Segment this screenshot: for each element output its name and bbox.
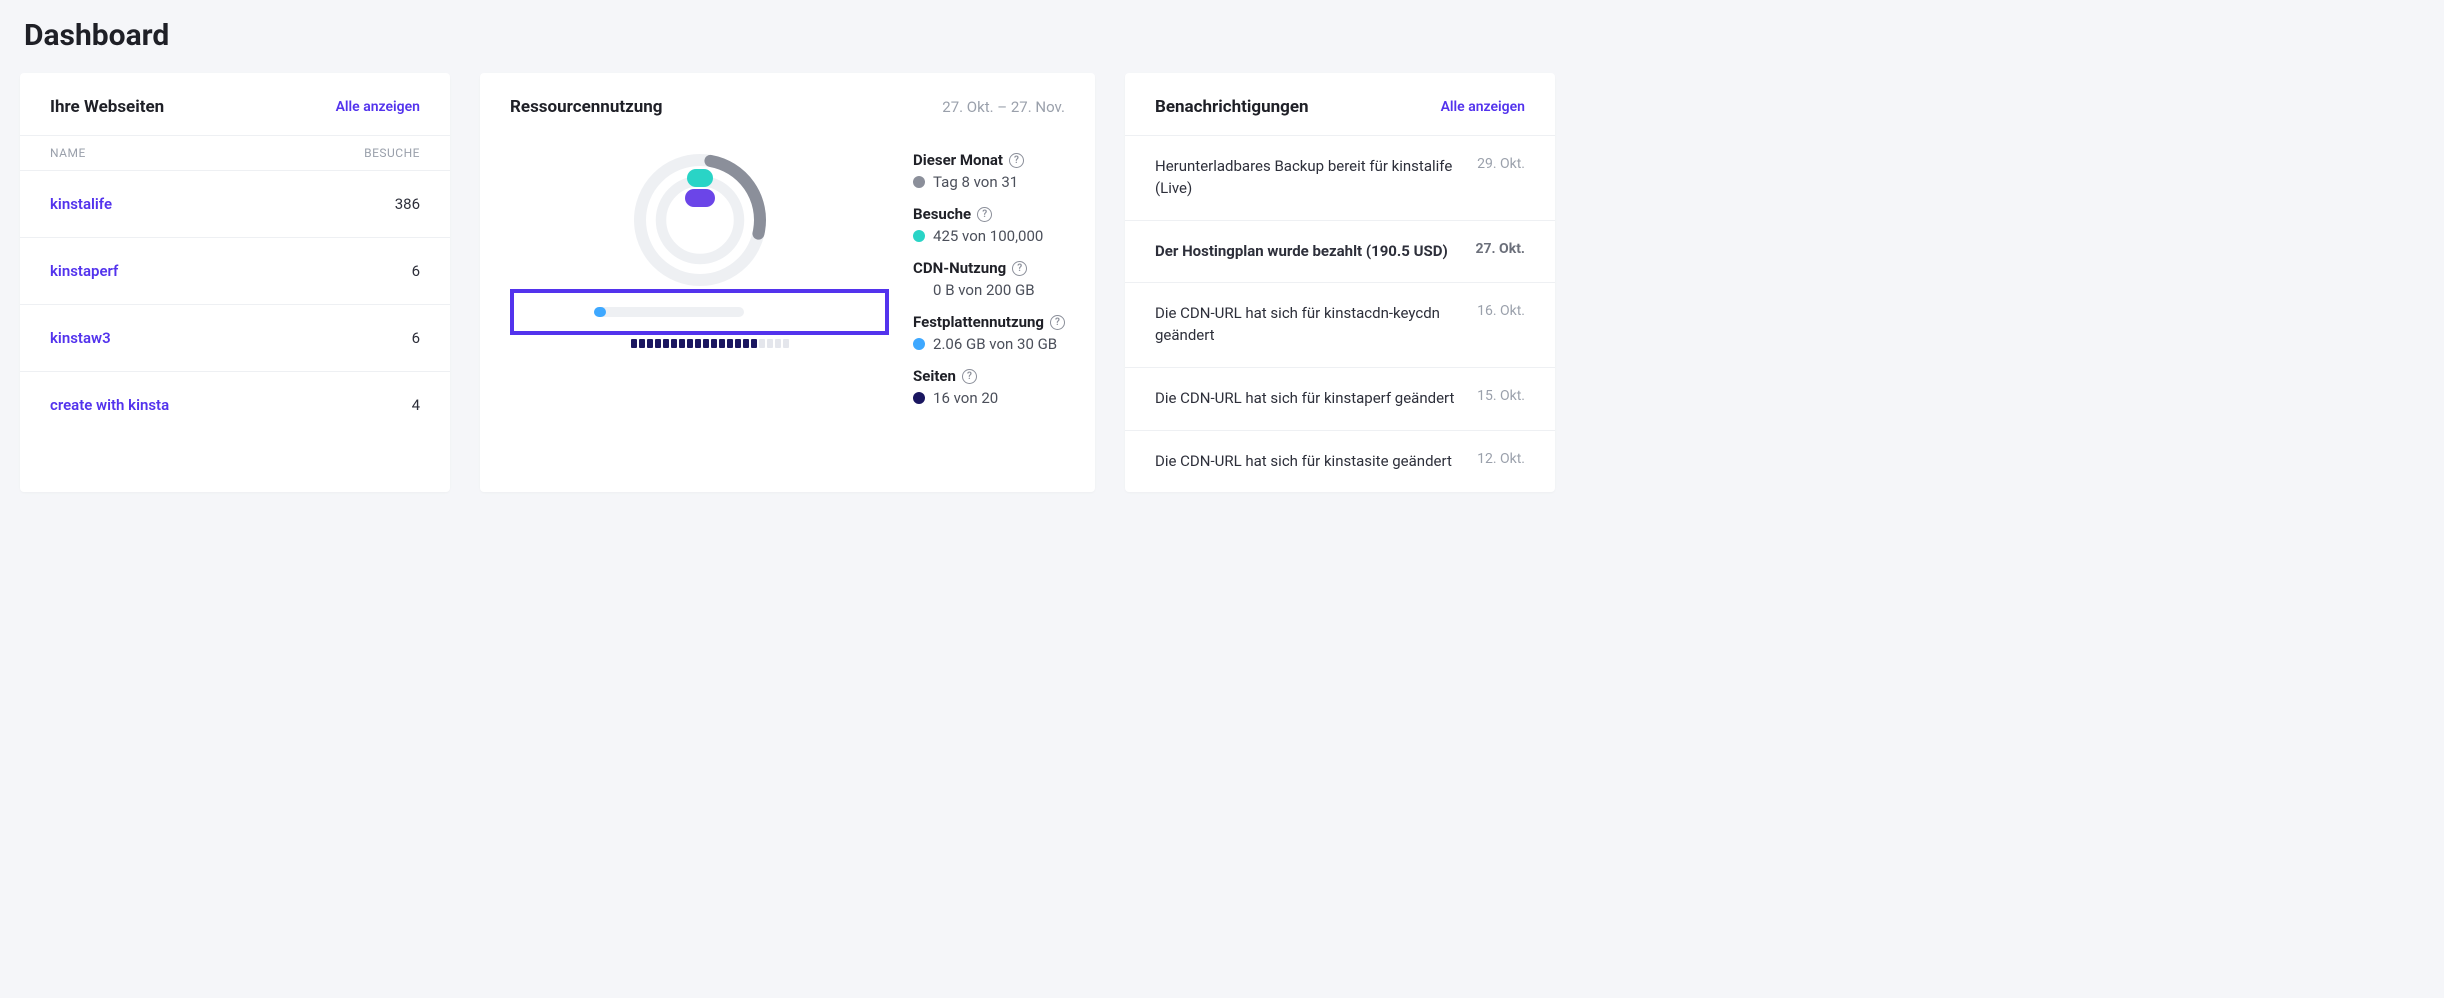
site-link[interactable]: create with kinsta bbox=[50, 396, 320, 414]
help-icon[interactable]: ? bbox=[1009, 153, 1024, 168]
stat-cdn-label: CDN-Nutzung ? bbox=[913, 259, 1065, 277]
sites-card-title: Ihre Webseiten bbox=[50, 97, 164, 117]
notification-text: Die CDN-URL hat sich für kinstaperf geän… bbox=[1155, 388, 1461, 410]
help-icon[interactable]: ? bbox=[962, 369, 977, 384]
dot-icon-navy bbox=[913, 392, 925, 404]
dashboard-grid: Ihre Webseiten Alle anzeigen NAME BESUCH… bbox=[20, 73, 2424, 492]
stat-month-label: Dieser Monat ? bbox=[913, 151, 1065, 169]
notification-date: 16. Okt. bbox=[1477, 303, 1525, 319]
stat-month: Dieser Monat ? Tag 8 von 31 bbox=[913, 151, 1065, 191]
site-link[interactable]: kinstalife bbox=[50, 195, 320, 213]
notification-item[interactable]: Herunterladbares Backup bereit für kinst… bbox=[1125, 135, 1555, 220]
notification-date: 29. Okt. bbox=[1477, 156, 1525, 172]
col-header-visits: BESUCHE bbox=[320, 146, 420, 160]
resource-body: Dieser Monat ? Tag 8 von 31 Besuche ? bbox=[480, 135, 1095, 437]
page-title: Dashboard bbox=[24, 18, 2424, 53]
notification-date: 27. Okt. bbox=[1475, 241, 1525, 257]
site-visits-value: 6 bbox=[320, 262, 420, 280]
cdn-blob-icon bbox=[685, 189, 715, 207]
help-icon[interactable]: ? bbox=[1012, 261, 1027, 276]
stat-sites: Seiten ? 16 von 20 bbox=[913, 367, 1065, 407]
notifications-card: Benachrichtigungen Alle anzeigen Herunte… bbox=[1125, 73, 1555, 492]
resource-card-title: Ressourcennutzung bbox=[510, 97, 663, 117]
resource-donut-chart bbox=[625, 145, 775, 295]
notification-date: 15. Okt. bbox=[1477, 388, 1525, 404]
site-visits-value: 6 bbox=[320, 329, 420, 347]
notification-text: Die CDN-URL hat sich für kinstacdn-keycd… bbox=[1155, 303, 1461, 347]
sites-usage-bar bbox=[631, 339, 789, 348]
resource-stats-column: Dieser Monat ? Tag 8 von 31 Besuche ? bbox=[913, 145, 1065, 407]
table-row[interactable]: kinstalife 386 bbox=[20, 171, 450, 238]
notification-text: Herunterladbares Backup bereit für kinst… bbox=[1155, 156, 1461, 200]
resource-charts-column bbox=[510, 145, 889, 348]
stat-visits: Besuche ? 425 von 100,000 bbox=[913, 205, 1065, 245]
visits-blob-icon bbox=[687, 169, 713, 187]
table-row[interactable]: create with kinsta 4 bbox=[20, 372, 450, 438]
resource-card: Ressourcennutzung 27. Okt. – 27. Nov. bbox=[480, 73, 1095, 492]
notifications-card-title: Benachrichtigungen bbox=[1155, 97, 1309, 117]
notification-text: Die CDN-URL hat sich für kinstasite geän… bbox=[1155, 451, 1461, 473]
col-header-name: NAME bbox=[50, 146, 320, 160]
notifications-card-header: Benachrichtigungen Alle anzeigen bbox=[1125, 73, 1555, 135]
resource-date-range: 27. Okt. – 27. Nov. bbox=[942, 98, 1065, 116]
resource-card-header: Ressourcennutzung 27. Okt. – 27. Nov. bbox=[480, 73, 1095, 135]
sites-seg-filled bbox=[631, 339, 637, 348]
stat-sites-label: Seiten ? bbox=[913, 367, 1065, 385]
disk-usage-bar-fill bbox=[594, 307, 606, 317]
sites-card-header: Ihre Webseiten Alle anzeigen bbox=[20, 73, 450, 135]
stat-sites-value: 16 von 20 bbox=[933, 389, 998, 407]
help-icon[interactable]: ? bbox=[1050, 315, 1065, 330]
notification-item[interactable]: Die CDN-URL hat sich für kinstacdn-keycd… bbox=[1125, 282, 1555, 367]
table-row[interactable]: kinstaw3 6 bbox=[20, 305, 450, 372]
stat-disk-value: 2.06 GB von 30 GB bbox=[933, 335, 1057, 353]
dot-icon-grey bbox=[913, 176, 925, 188]
stat-disk: Festplattennutzung ? 2.06 GB von 30 GB bbox=[913, 313, 1065, 353]
stat-disk-label: Festplattennutzung ? bbox=[913, 313, 1065, 331]
site-link[interactable]: kinstaw3 bbox=[50, 329, 320, 347]
sites-seg-empty bbox=[759, 339, 765, 348]
stat-cdn-value: 0 B von 200 GB bbox=[933, 281, 1035, 299]
stat-visits-value: 425 von 100,000 bbox=[933, 227, 1043, 245]
notification-date: 12. Okt. bbox=[1477, 451, 1525, 467]
notifications-view-all-link[interactable]: Alle anzeigen bbox=[1441, 99, 1525, 115]
dot-icon-teal bbox=[913, 230, 925, 242]
notification-text: Der Hostingplan wurde bezahlt (190.5 USD… bbox=[1155, 241, 1459, 263]
stat-visits-label: Besuche ? bbox=[913, 205, 1065, 223]
sites-table-header: NAME BESUCHE bbox=[20, 135, 450, 171]
table-row[interactable]: kinstaperf 6 bbox=[20, 238, 450, 305]
site-visits-value: 386 bbox=[320, 195, 420, 213]
sites-view-all-link[interactable]: Alle anzeigen bbox=[336, 99, 420, 115]
stat-cdn: CDN-Nutzung ? 0 B von 200 GB bbox=[913, 259, 1065, 299]
help-icon[interactable]: ? bbox=[977, 207, 992, 222]
site-visits-value: 4 bbox=[320, 396, 420, 414]
dot-icon-blue bbox=[913, 338, 925, 350]
notification-item[interactable]: Die CDN-URL hat sich für kinstasite geän… bbox=[1125, 430, 1555, 493]
site-link[interactable]: kinstaperf bbox=[50, 262, 320, 280]
sites-card: Ihre Webseiten Alle anzeigen NAME BESUCH… bbox=[20, 73, 450, 492]
stat-month-value: Tag 8 von 31 bbox=[933, 173, 1018, 191]
notification-item[interactable]: Die CDN-URL hat sich für kinstaperf geän… bbox=[1125, 367, 1555, 430]
disk-usage-highlight bbox=[510, 289, 889, 335]
notification-item[interactable]: Der Hostingplan wurde bezahlt (190.5 USD… bbox=[1125, 220, 1555, 283]
disk-usage-bar bbox=[594, 307, 744, 317]
